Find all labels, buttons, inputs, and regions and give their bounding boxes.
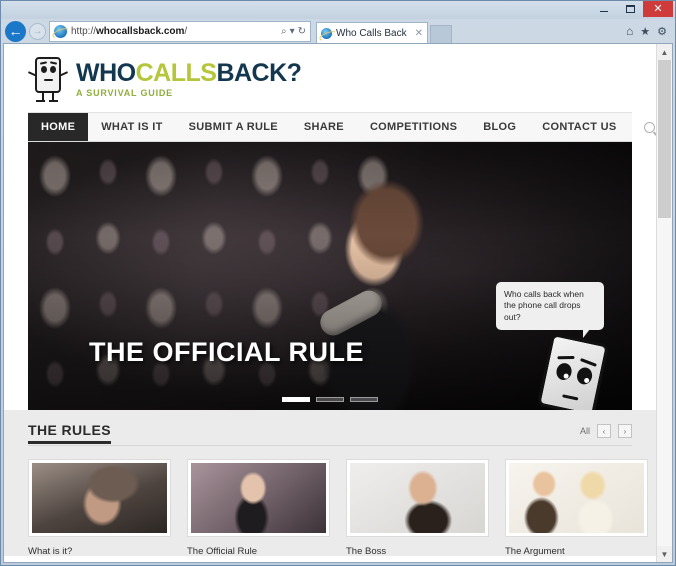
vertical-scrollbar[interactable]: ▲ ▼ bbox=[656, 44, 672, 562]
window-controls: ✕ bbox=[591, 1, 673, 17]
rule-thumbnail-image bbox=[32, 463, 167, 533]
nav-item-home[interactable]: HOME bbox=[28, 113, 89, 141]
scroll-down-arrow-icon[interactable]: ▼ bbox=[657, 546, 672, 562]
slider-pagination bbox=[28, 397, 632, 402]
address-bar-icons: ⌕ ▾ ↻ bbox=[281, 26, 306, 37]
browser-command-icons: ⌂ ★ ⚙ bbox=[626, 24, 671, 38]
nav-item-share[interactable]: SHARE bbox=[291, 113, 357, 141]
main-navigation: HOME WHAT IS IT SUBMIT A RULE SHARE COMP… bbox=[28, 112, 655, 142]
logo-tagline: A SURVIVAL GUIDE bbox=[76, 87, 173, 98]
rule-thumbnail-image bbox=[191, 463, 326, 533]
rule-thumbnail[interactable] bbox=[187, 459, 330, 537]
close-button[interactable]: ✕ bbox=[643, 1, 673, 17]
favorites-icon[interactable]: ★ bbox=[640, 25, 650, 38]
search-icon bbox=[643, 121, 655, 133]
nav-item-contact-us[interactable]: CONTACT US bbox=[529, 113, 629, 141]
rule-card-caption: The Boss bbox=[346, 546, 387, 557]
rules-section: THE RULES All ‹ › What is it? The Offici… bbox=[4, 410, 656, 557]
tab-title: Who Calls Back bbox=[336, 27, 407, 39]
scrollbar-thumb[interactable] bbox=[658, 60, 671, 218]
rule-card-caption: The Official Rule bbox=[187, 546, 258, 557]
rule-card-caption: What is it? bbox=[28, 546, 73, 557]
minimize-button[interactable] bbox=[591, 1, 617, 17]
hero-speech-bubble: Who calls back when the phone call drops… bbox=[496, 282, 604, 339]
rule-card[interactable]: The Boss bbox=[346, 459, 489, 557]
rules-controls: All ‹ › bbox=[580, 424, 632, 440]
hero-slider[interactable]: THE OFFICIAL RULE Who calls back when th… bbox=[28, 142, 632, 410]
rule-card[interactable]: What is it? bbox=[28, 459, 171, 557]
forward-button[interactable]: → bbox=[29, 22, 46, 40]
rule-thumbnail-image bbox=[509, 463, 644, 533]
internet-explorer-icon bbox=[54, 24, 67, 38]
rule-thumbnail[interactable] bbox=[505, 459, 648, 537]
home-icon[interactable]: ⌂ bbox=[626, 24, 633, 38]
hero-slider-wrap: THE OFFICIAL RULE Who calls back when th… bbox=[28, 142, 632, 410]
rules-header: THE RULES All ‹ › bbox=[28, 422, 632, 446]
nav-item-submit-a-rule[interactable]: SUBMIT A RULE bbox=[176, 113, 291, 141]
rules-card-list: What is it? The Official Rule The Boss T… bbox=[28, 446, 648, 557]
address-bar[interactable]: http://whocallsback.com/ ⌕ ▾ ↻ bbox=[49, 20, 311, 42]
site-logo[interactable]: WHOCALLSBACK? A SURVIVAL GUIDE bbox=[27, 44, 632, 112]
nav-search-button[interactable] bbox=[630, 113, 656, 141]
rules-section-title: THE RULES bbox=[28, 422, 111, 444]
maximize-button[interactable] bbox=[617, 1, 643, 17]
address-bar-url: http://whocallsback.com/ bbox=[71, 25, 188, 37]
scroll-up-arrow-icon[interactable]: ▲ bbox=[657, 44, 672, 60]
nav-item-blog[interactable]: BLOG bbox=[470, 113, 529, 141]
slider-dot-3[interactable] bbox=[350, 397, 378, 402]
rules-inner: THE RULES All ‹ › What is it? The Offici… bbox=[28, 422, 648, 557]
slider-dot-2[interactable] bbox=[316, 397, 344, 402]
site-nav-wrap: HOME WHAT IS IT SUBMIT A RULE SHARE COMP… bbox=[28, 112, 655, 142]
logo-word-back: BACK? bbox=[216, 58, 302, 87]
rule-card[interactable]: The Official Rule bbox=[187, 459, 330, 557]
rules-prev-button[interactable]: ‹ bbox=[597, 424, 611, 438]
web-page: WHOCALLSBACK? A SURVIVAL GUIDE HOME WHAT… bbox=[4, 44, 656, 562]
tab-favicon-icon bbox=[321, 27, 332, 39]
chevron-down-icon[interactable]: ▾ bbox=[290, 26, 295, 37]
rule-thumbnail[interactable] bbox=[28, 459, 171, 537]
logo-word-calls: CALLS bbox=[135, 58, 217, 87]
tab-close-icon[interactable]: ✕ bbox=[415, 28, 423, 39]
hero-vignette bbox=[28, 142, 632, 410]
hero-title: THE OFFICIAL RULE bbox=[89, 337, 364, 367]
nav-item-competitions[interactable]: COMPETITIONS bbox=[357, 113, 470, 141]
browser-toolbar: ← → http://whocallsback.com/ ⌕ ▾ ↻ Who C… bbox=[1, 19, 675, 43]
settings-gear-icon[interactable]: ⚙ bbox=[657, 25, 667, 38]
tab-strip: Who Calls Back ✕ bbox=[316, 19, 452, 43]
tab-who-calls-back[interactable]: Who Calls Back ✕ bbox=[316, 22, 428, 43]
refresh-icon[interactable]: ↻ bbox=[298, 26, 306, 37]
site-root: WHOCALLSBACK? A SURVIVAL GUIDE HOME WHAT… bbox=[4, 44, 656, 562]
rules-filter-all[interactable]: All bbox=[580, 426, 590, 436]
back-button[interactable]: ← bbox=[5, 20, 26, 42]
site-header: WHOCALLSBACK? A SURVIVAL GUIDE bbox=[27, 44, 632, 112]
rules-next-button[interactable]: › bbox=[618, 424, 632, 438]
browser-window: ✕ ← → http://whocallsback.com/ ⌕ ▾ ↻ Who… bbox=[0, 0, 676, 566]
site-wordmark: WHOCALLSBACK? A SURVIVAL GUIDE bbox=[76, 58, 302, 98]
new-tab-button[interactable] bbox=[430, 25, 452, 43]
slider-dot-1[interactable] bbox=[282, 397, 310, 402]
rule-thumbnail[interactable] bbox=[346, 459, 489, 537]
scrollbar-track[interactable] bbox=[657, 60, 672, 546]
rule-card-caption: The Argument bbox=[505, 546, 565, 557]
nav-item-what-is-it[interactable]: WHAT IS IT bbox=[88, 113, 175, 141]
logo-word-who: WHO bbox=[76, 58, 136, 87]
phone-mascot-icon bbox=[27, 55, 69, 103]
window-titlebar: ✕ bbox=[1, 1, 675, 19]
search-icon[interactable]: ⌕ bbox=[281, 26, 287, 37]
browser-viewport: WHOCALLSBACK? A SURVIVAL GUIDE HOME WHAT… bbox=[3, 43, 673, 563]
rule-card[interactable]: The Argument bbox=[505, 459, 648, 557]
rule-thumbnail-image bbox=[350, 463, 485, 533]
